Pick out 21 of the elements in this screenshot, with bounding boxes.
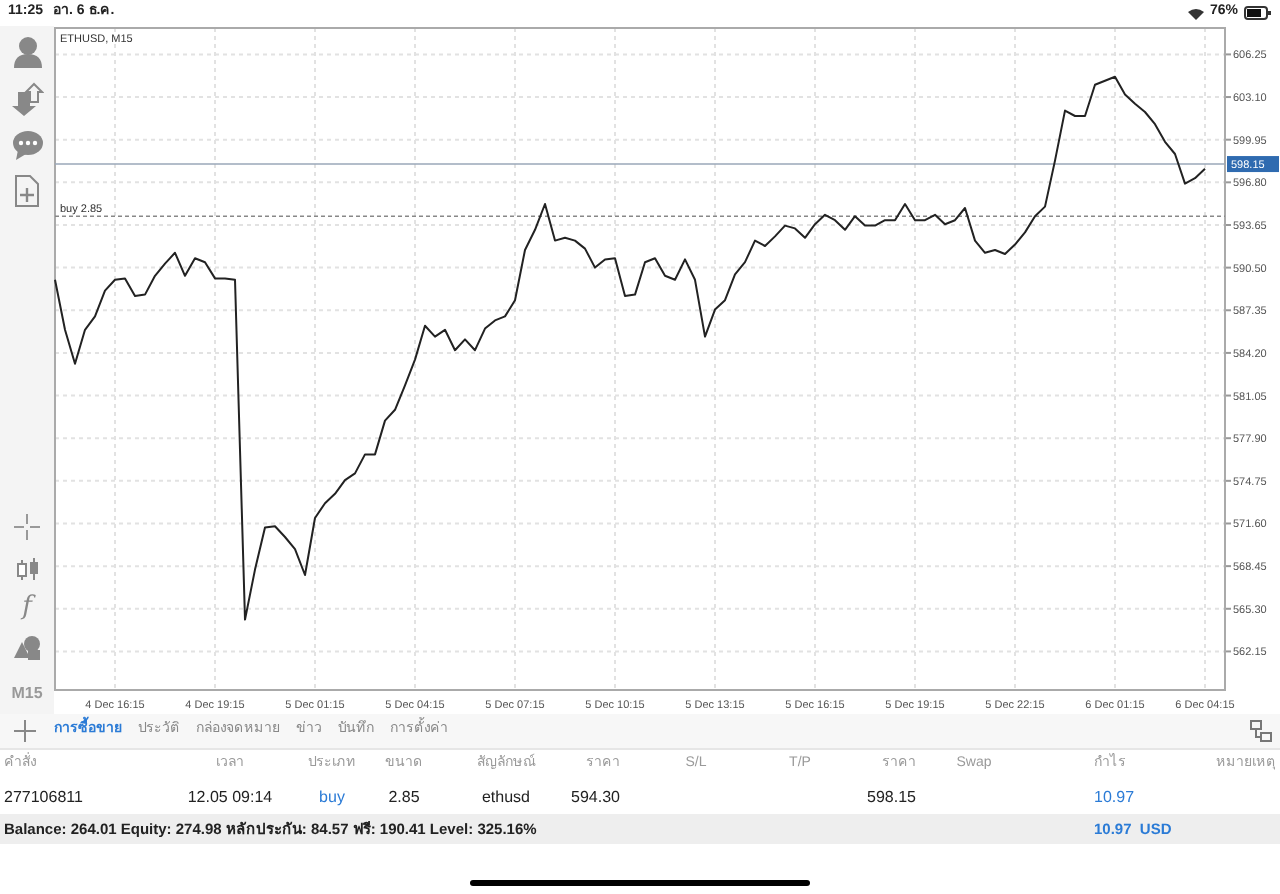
table-cell: 594.30 [571, 787, 620, 805]
table-cell: ethusd [481, 787, 531, 805]
chat-icon[interactable] [11, 130, 43, 160]
candlestick-icon[interactable] [15, 558, 39, 582]
battery-icon [1244, 6, 1272, 20]
shapes-icon[interactable] [12, 634, 42, 660]
table-cell: 277106811 [4, 787, 83, 805]
layout-icon[interactable] [1250, 720, 1272, 742]
table-cell: 2.85 [388, 787, 420, 805]
timeframe-button[interactable]: M15 [11, 682, 43, 706]
trade-arrows-icon[interactable] [11, 82, 43, 118]
table-cell: 10.97 [1094, 787, 1135, 805]
plus-icon[interactable] [14, 720, 36, 742]
table-cell: 598.15 [867, 787, 916, 805]
new-document-icon[interactable] [14, 174, 40, 208]
table-cell: buy [319, 787, 345, 805]
crosshair-icon[interactable] [14, 514, 40, 540]
wifi-icon [1187, 7, 1204, 19]
indicators-button[interactable]: f [22, 592, 32, 624]
table-cell: 12.05 09:14 [187, 787, 273, 805]
account-icon[interactable] [11, 36, 43, 72]
